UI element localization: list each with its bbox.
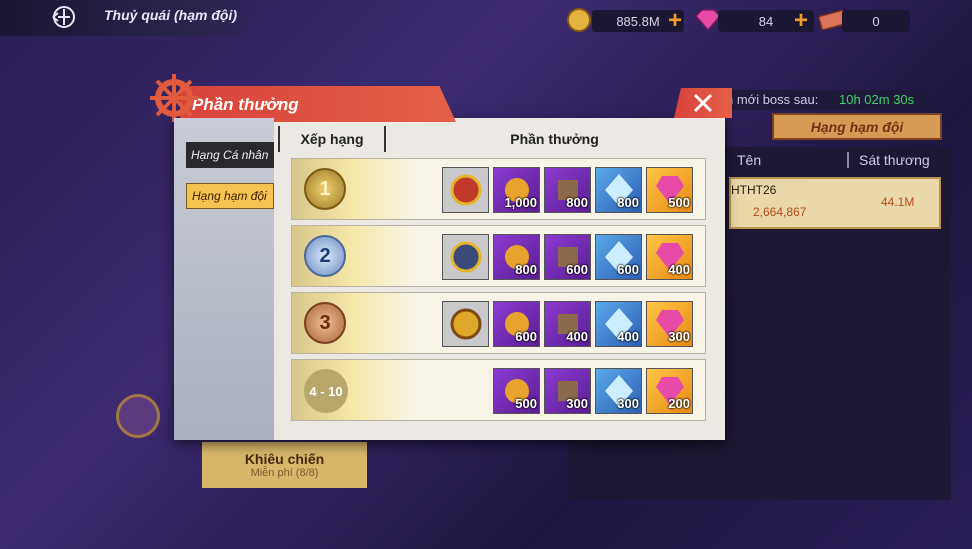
item-quantity: 400 <box>668 262 690 277</box>
add-gold-button[interactable]: + <box>664 9 686 33</box>
item-quantity: 300 <box>566 396 588 411</box>
item-quantity: 200 <box>668 396 690 411</box>
tab-personal-rank[interactable]: Hạng Cá nhân <box>186 142 274 168</box>
item-quantity: 800 <box>617 195 639 210</box>
reward-row: 2 800 600 600 400 <box>291 225 706 287</box>
gold-coin-icon <box>566 7 592 33</box>
medal-bag-item[interactable]: 1,000 <box>493 167 540 213</box>
ticket-counter: 0 <box>842 10 910 32</box>
item-quantity: 800 <box>515 262 537 277</box>
reward-row: 1 1,000 800 800 500 <box>291 158 706 220</box>
rank-medal-3: 3 <box>304 302 346 344</box>
tools-item[interactable]: 800 <box>544 167 591 213</box>
tools-item[interactable]: 600 <box>544 234 591 280</box>
crystal-shard-item[interactable]: 600 <box>595 234 642 280</box>
reward-row: 3 600 400 400 300 <box>291 292 706 354</box>
medal-bag-item[interactable]: 500 <box>493 368 540 414</box>
row-power: 2,664,867 <box>753 205 807 219</box>
item-quantity: 300 <box>617 396 639 411</box>
item-quantity: 500 <box>515 396 537 411</box>
item-quantity: 500 <box>668 195 690 210</box>
rank-medal-1: 1 <box>304 168 346 210</box>
item-quantity: 400 <box>566 329 588 344</box>
reward-row: 4 - 10 500 300 300 200 <box>291 359 706 421</box>
item-quantity: 600 <box>617 262 639 277</box>
tools-item[interactable]: 400 <box>544 301 591 347</box>
crystal-shard-item[interactable]: 300 <box>595 368 642 414</box>
challenge-button[interactable]: Khiêu chiến Miễn phí (8/8) <box>202 442 367 488</box>
row-player-name: HTHT26 <box>731 183 777 197</box>
boss-timer-label: n mới boss sau: <box>726 92 819 107</box>
crystal-shard-item[interactable]: 800 <box>595 167 642 213</box>
modal-header: Phần thưởng <box>180 86 456 122</box>
gem-icon <box>694 7 720 33</box>
modal-sidebar: Hạng Cá nhân Hạng hạm đội <box>174 118 274 440</box>
ranking-row[interactable]: HTHT26 2,664,867 44.1M <box>729 177 941 229</box>
ticket-value: 0 <box>872 13 880 29</box>
crystal-shard-item[interactable]: 400 <box>595 301 642 347</box>
item-quantity: 600 <box>515 329 537 344</box>
medal-bag-item[interactable]: 600 <box>493 301 540 347</box>
col-rank-header: Xếp hạng <box>278 126 386 152</box>
avatar-frame-item[interactable] <box>442 167 489 213</box>
close-button[interactable] <box>674 88 732 118</box>
rank-medal-2: 2 <box>304 235 346 277</box>
item-quantity: 600 <box>566 262 588 277</box>
ticket-icon <box>818 7 844 33</box>
close-icon <box>693 93 713 113</box>
team-rank-button[interactable]: Hạng hạm đội <box>772 113 942 140</box>
boss-timer: n mới boss sau: 10h 02m 30s <box>720 90 930 110</box>
item-quantity: 800 <box>566 195 588 210</box>
rank-range: 4 - 10 <box>304 369 348 413</box>
tools-item[interactable]: 300 <box>544 368 591 414</box>
modal-title: Phần thưởng <box>192 95 299 114</box>
medal-bag-item[interactable]: 800 <box>493 234 540 280</box>
gem-item[interactable]: 300 <box>646 301 693 347</box>
avatar-frame-item[interactable] <box>442 234 489 280</box>
gem-item[interactable]: 400 <box>646 234 693 280</box>
col-name-header: Tên <box>737 152 762 168</box>
reward-modal: Phần thưởng Hạng Cá nhân Hạng hạm đội Xế… <box>150 74 732 440</box>
col-damage-header: Sát thương <box>847 152 930 168</box>
challenge-sub: Miễn phí (8/8) <box>250 467 319 479</box>
anchor-back-icon <box>52 6 75 28</box>
row-damage: 44.1M <box>881 195 915 209</box>
col-reward-header: Phần thưởng <box>510 131 599 147</box>
gem-item[interactable]: 200 <box>646 368 693 414</box>
ship-wheel-icon[interactable] <box>116 394 160 438</box>
back-button[interactable] <box>48 4 80 30</box>
gem-item[interactable]: 500 <box>646 167 693 213</box>
add-gem-button[interactable]: + <box>790 9 812 33</box>
boss-timer-value: 10h 02m 30s <box>839 92 915 107</box>
tab-team-rank[interactable]: Hạng hạm đội <box>186 183 274 209</box>
avatar-frame-item[interactable] <box>442 301 489 347</box>
page-title: Thuỷ quái (hạm đội) <box>104 7 237 23</box>
item-quantity: 400 <box>617 329 639 344</box>
challenge-label: Khiêu chiến <box>244 451 325 467</box>
item-quantity: 300 <box>668 329 690 344</box>
item-quantity: 1,000 <box>504 195 537 210</box>
